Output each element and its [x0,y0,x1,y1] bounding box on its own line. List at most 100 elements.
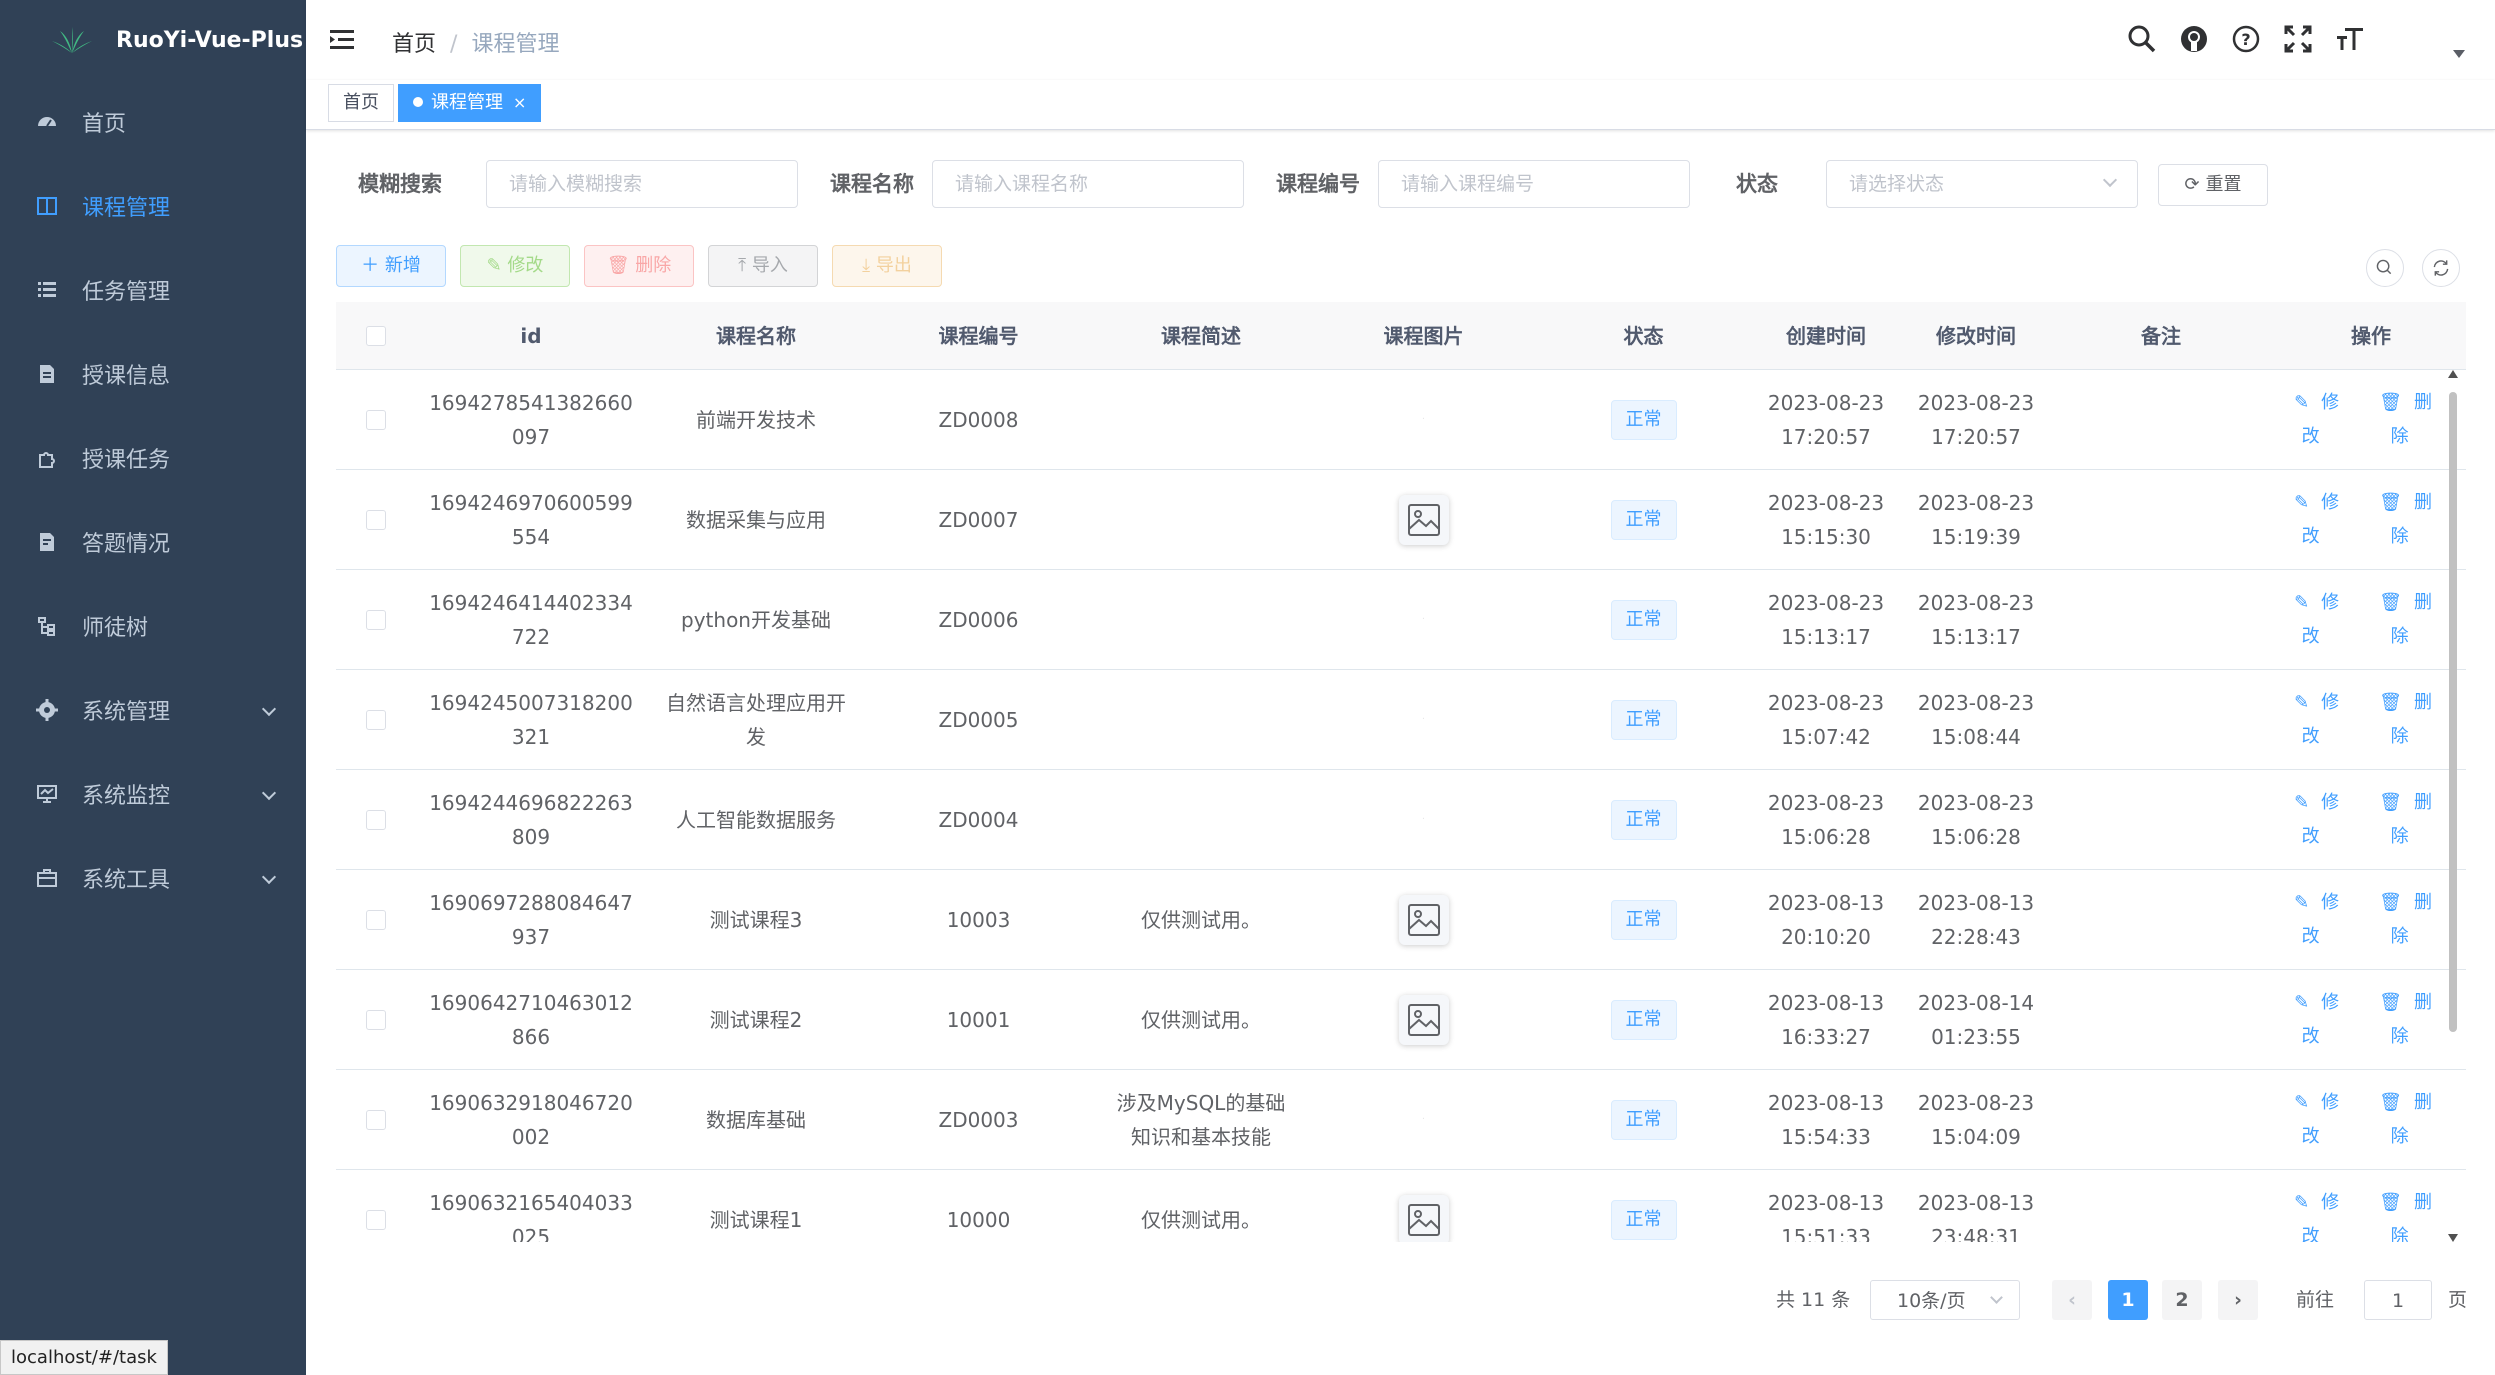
table-row[interactable]: 1690642710463012 866 测试课程2 10001 仅供测试用。 正常 202… [336,970,2466,1070]
delete-button[interactable]: 🗑 删除 [584,245,694,287]
avatar-dropdown-icon[interactable] [2453,50,2465,58]
table-row[interactable]: 1694244696822263 809 人工智能数据服务 ZD0004 · 正常 2023… [336,770,2466,870]
hamburger-icon[interactable] [330,28,356,52]
image-placeholder-icon[interactable] [1398,895,1449,945]
row-delete-button[interactable]: 🗑 删除 [2362,1186,2443,1242]
row-delete-button[interactable]: 🗑 删除 [2362,586,2443,654]
prev-page-button[interactable]: ‹ [2052,1280,2092,1320]
row-checkbox[interactable] [366,1210,386,1230]
page-1-button[interactable]: 1 [2108,1280,2148,1320]
row-checkbox[interactable] [366,810,386,830]
breadcrumb-home[interactable]: 首页 [392,32,436,57]
row-checkbox[interactable] [366,910,386,930]
search-icon[interactable] [2127,24,2157,54]
close-icon[interactable]: × [513,93,526,112]
sidebar-item-6[interactable]: 师徒树 [0,584,306,668]
row-delete-button[interactable]: 🗑 删除 [2362,886,2443,954]
column-header-remark[interactable]: 备注 [2051,302,2271,370]
row-edit-button[interactable]: ✎ 修改 [2277,886,2350,954]
row-edit-button[interactable]: ✎ 修改 [2277,1086,2350,1154]
import-button[interactable]: ⤒ 导入 [708,245,818,287]
row-delete-button[interactable]: 🗑 删除 [2362,486,2443,554]
table-row[interactable]: 1694278541382660 097 前端开发技术 ZD0008 · 正常 2023-0… [336,370,2466,470]
image-placeholder-icon[interactable] [1398,1195,1449,1242]
tag-course-management[interactable]: 课程管理 × [398,84,542,122]
column-header-created-time[interactable]: 创建时间 [1751,302,1901,370]
status-select[interactable]: 请选择状态 [1826,160,2138,208]
row-checkbox[interactable] [366,710,386,730]
github-icon[interactable] [2179,24,2209,54]
help-icon[interactable]: ? [2231,24,2261,54]
status-badge: 正常 [1610,1100,1677,1140]
reset-button[interactable]: ⟳ 重置 [2158,164,2268,206]
fuzzy-search-input[interactable]: 请输入模糊搜索 [486,160,798,208]
row-edit-button[interactable]: ✎ 修改 [2277,486,2350,554]
scroll-up-icon[interactable] [2448,370,2458,378]
row-delete-button[interactable]: 🗑 删除 [2362,686,2443,754]
cell-created-time: 2023-08-23 15:06:28 [1751,770,1901,870]
edit-button[interactable]: ✎ 修改 [460,245,570,287]
sidebar-item-9[interactable]: 系统工具 [0,836,306,920]
next-page-button[interactable]: › [2218,1280,2258,1320]
row-select-cell [336,770,416,870]
toggle-search-button[interactable] [2366,249,2404,287]
image-placeholder-icon[interactable] [1398,495,1449,545]
scrollbar-thumb[interactable] [2449,392,2457,1032]
sidebar-item-0[interactable]: 首页 [0,80,306,164]
column-header-id[interactable]: id [416,302,646,370]
font-size-icon[interactable] [2335,24,2365,54]
sidebar-item-3[interactable]: 授课信息 [0,332,306,416]
scroll-down-icon[interactable] [2448,1234,2458,1242]
row-edit-button[interactable]: ✎ 修改 [2277,986,2350,1054]
add-button[interactable]: ＋ 新增 [336,245,446,287]
column-header-course-description[interactable]: 课程简述 [1091,302,1311,370]
select-all-checkbox[interactable] [336,302,416,370]
monitor-icon [36,783,58,805]
table-row[interactable]: 1694246414402334 722 python开发基础 ZD0006 · 正常 20… [336,570,2466,670]
page-2-button[interactable]: 2 [2162,1280,2202,1320]
cell-remark [2051,870,2271,970]
table-row[interactable]: 1690697288084647 937 测试课程3 10003 仅供测试用。 正常 202… [336,870,2466,970]
sidebar-item-5[interactable]: 答题情况 [0,500,306,584]
tag-home[interactable]: 首页 [328,84,394,122]
row-delete-button[interactable]: 🗑 删除 [2362,986,2443,1054]
column-header-course-code[interactable]: 课程编号 [866,302,1091,370]
row-edit-button[interactable]: ✎ 修改 [2277,586,2350,654]
course-code-input[interactable]: 请输入课程编号 [1378,160,1690,208]
row-checkbox[interactable] [366,1110,386,1130]
row-delete-button[interactable]: 🗑 删除 [2362,386,2443,454]
column-header-status[interactable]: 状态 [1536,302,1751,370]
row-edit-button[interactable]: ✎ 修改 [2277,786,2350,854]
column-header-course-name[interactable]: 课程名称 [646,302,866,370]
export-button[interactable]: ⤓ 导出 [832,245,942,287]
row-checkbox[interactable] [366,410,386,430]
row-delete-button[interactable]: 🗑 删除 [2362,786,2443,854]
sidebar-item-8[interactable]: 系统监控 [0,752,306,836]
cell-status: 正常 [1536,370,1751,470]
sidebar-item-4[interactable]: 授课任务 [0,416,306,500]
column-header-updated-time[interactable]: 修改时间 [1901,302,2051,370]
row-checkbox[interactable] [366,510,386,530]
table-row[interactable]: 1694246970600599 554 数据采集与应用 ZD0007 正常 2023-0… [336,470,2466,570]
row-checkbox[interactable] [366,1010,386,1030]
table-row[interactable]: 1690632918046720 002 数据库基础 ZD0003 涉及MySQL的基础… [336,1070,2466,1170]
goto-page-input[interactable]: 1 [2364,1280,2432,1320]
sidebar-item-7[interactable]: 系统管理 [0,668,306,752]
column-header-course-image[interactable]: 课程图片 [1311,302,1536,370]
table-row[interactable]: 1694245007318200 321 自然语言处理应用开发 ZD0005 · 正常 20… [336,670,2466,770]
sidebar-item-2[interactable]: 任务管理 [0,248,306,332]
row-edit-button[interactable]: ✎ 修改 [2277,1186,2350,1242]
page-size-select[interactable]: 10条/页 [1870,1280,2020,1320]
refresh-table-button[interactable] [2422,249,2460,287]
image-placeholder-icon[interactable] [1398,995,1449,1045]
sidebar-item-1[interactable]: 课程管理 [0,164,306,248]
app-logo[interactable]: RuoYi-Vue-Plus [0,0,306,80]
table-scrollbar[interactable] [2446,370,2460,1242]
table-row[interactable]: 1690632165404033 025 测试课程1 10000 仅供测试用。 正常 202… [336,1170,2466,1242]
row-delete-button[interactable]: 🗑 删除 [2362,1086,2443,1154]
row-edit-button[interactable]: ✎ 修改 [2277,686,2350,754]
row-checkbox[interactable] [366,610,386,630]
fullscreen-icon[interactable] [2283,24,2313,54]
row-edit-button[interactable]: ✎ 修改 [2277,386,2350,454]
course-name-input[interactable]: 请输入课程名称 [932,160,1244,208]
